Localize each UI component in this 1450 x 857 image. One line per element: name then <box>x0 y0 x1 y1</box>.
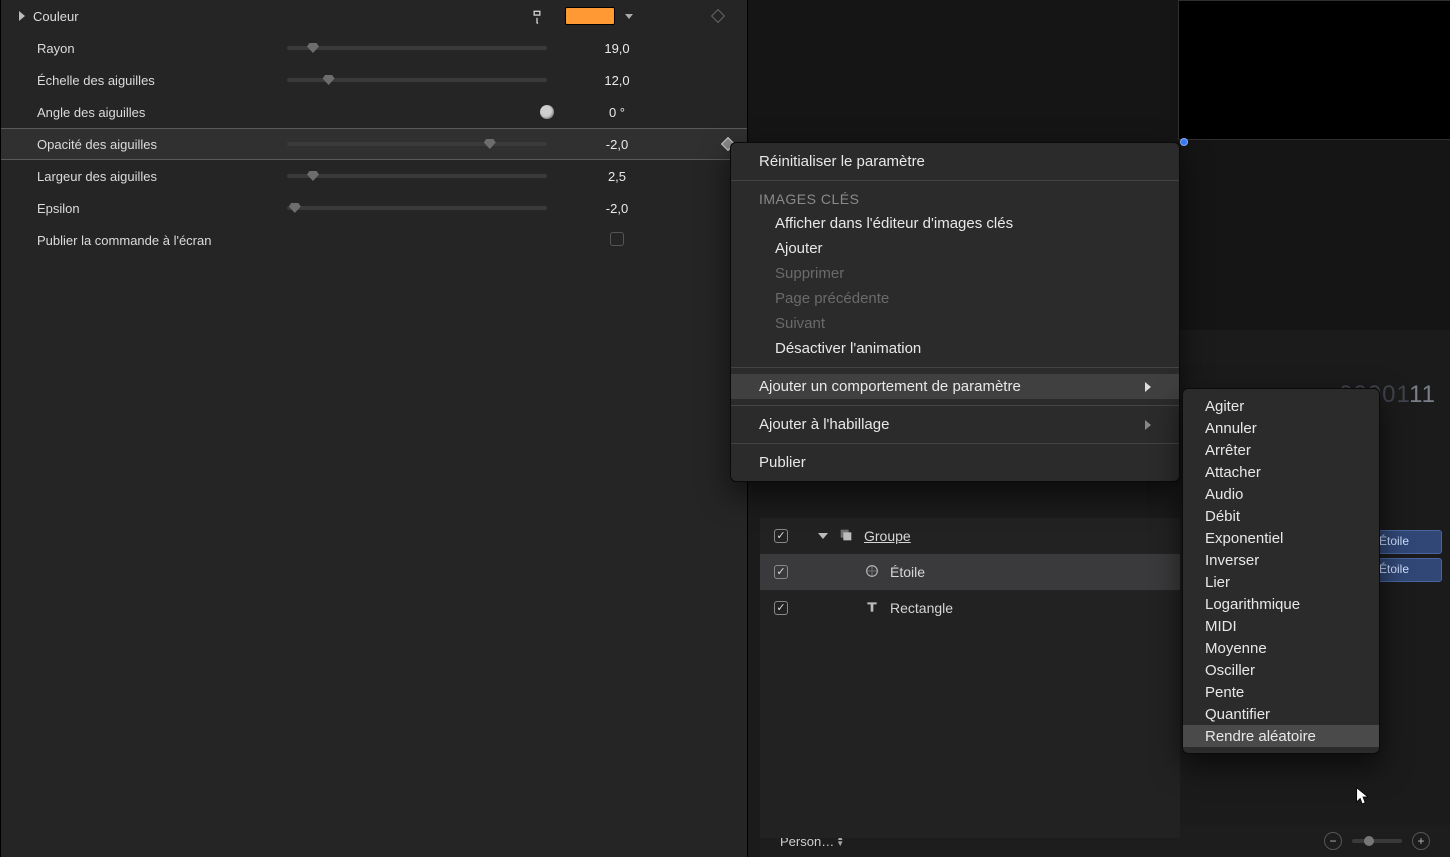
submenu-item[interactable]: Exponentiel <box>1183 527 1379 549</box>
timeline-clip[interactable]: Étoile <box>1372 558 1442 582</box>
param-row-largeur: Largeur des aiguilles 2,5 <box>1 160 747 192</box>
layer-name-etoile[interactable]: Étoile <box>890 564 925 580</box>
viewer-canvas[interactable]: Apple <box>1178 0 1450 140</box>
layer-row-group[interactable]: Groupe <box>760 518 1180 554</box>
param-label-color: Couleur <box>33 9 79 24</box>
param-row-rayon: Rayon 19,0 <box>1 32 747 64</box>
param-label-echelle: Échelle des aiguilles <box>37 73 155 88</box>
slider-rayon[interactable] <box>287 46 547 50</box>
menu-show-keyframe-editor[interactable]: Afficher dans l'éditeur d'images clés <box>731 211 1179 236</box>
param-row-epsilon: Epsilon -2,0 <box>1 192 747 224</box>
menu-next-keyframe: Suivant <box>731 311 1179 336</box>
menu-add-keyframe[interactable]: Ajouter <box>731 236 1179 261</box>
menu-delete-keyframe: Supprimer <box>731 261 1179 286</box>
submenu-item[interactable]: Moyenne <box>1183 637 1379 659</box>
value-opacite[interactable]: -2,0 <box>567 137 667 152</box>
menu-separator <box>731 180 1179 181</box>
zoom-in-button[interactable]: + <box>1412 832 1430 850</box>
value-echelle[interactable]: 12,0 <box>567 73 667 88</box>
param-row-echelle: Échelle des aiguilles 12,0 <box>1 64 747 96</box>
slider-epsilon[interactable] <box>287 206 547 210</box>
submenu-arrow-icon <box>1145 382 1151 392</box>
value-angle[interactable]: 0 ° <box>567 105 667 120</box>
slider-angle[interactable] <box>287 110 547 114</box>
submenu-item[interactable]: Arrêter <box>1183 439 1379 461</box>
zoom-slider[interactable] <box>1352 839 1402 843</box>
submenu-item[interactable]: Quantifier <box>1183 703 1379 725</box>
shape-icon <box>864 563 880 582</box>
submenu-item[interactable]: Annuler <box>1183 417 1379 439</box>
disclosure-icon[interactable] <box>818 533 828 539</box>
text-icon <box>864 599 880 618</box>
menu-add-to-rig[interactable]: Ajouter à l'habillage <box>731 412 1179 437</box>
menu-publish[interactable]: Publier <box>731 450 1179 475</box>
submenu-item[interactable]: Audio <box>1183 483 1379 505</box>
value-rayon[interactable]: 19,0 <box>567 41 667 56</box>
visibility-checkbox[interactable] <box>774 601 788 615</box>
transform-handle[interactable] <box>1180 138 1188 146</box>
submenu-item[interactable]: Rendre aléatoire <box>1183 725 1379 747</box>
visibility-checkbox[interactable] <box>774 565 788 579</box>
timeline-clips: Étoile Étoile <box>1372 530 1442 586</box>
behavior-submenu: AgiterAnnulerArrêterAttacherAudioDébitEx… <box>1182 388 1380 754</box>
color-swatch[interactable] <box>565 7 615 25</box>
menu-reset-parameter[interactable]: Réinitialiser le paramètre <box>731 149 1179 174</box>
timeline-clip[interactable]: Étoile <box>1372 530 1442 554</box>
param-label-angle: Angle des aiguilles <box>37 105 145 120</box>
zoom-controls: − + <box>1324 832 1430 850</box>
submenu-item[interactable]: Osciller <box>1183 659 1379 681</box>
param-label-publish: Publier la commande à l'écran <box>37 233 211 248</box>
param-row-angle: Angle des aiguilles 0 ° <box>1 96 747 128</box>
param-row-opacite: Opacité des aiguilles -2,0 <box>1 128 747 160</box>
submenu-item[interactable]: Agiter <box>1183 395 1379 417</box>
layer-list: Groupe Étoile Rectangle <box>760 518 1180 838</box>
stack-icon <box>838 527 854 546</box>
layer-row-rectangle[interactable]: Rectangle <box>760 590 1180 626</box>
layer-row-etoile[interactable]: Étoile <box>760 554 1180 590</box>
publish-checkbox[interactable] <box>610 232 624 246</box>
submenu-item[interactable]: Inverser <box>1183 549 1379 571</box>
menu-separator <box>731 367 1179 368</box>
submenu-arrow-icon <box>1145 420 1151 430</box>
zoom-out-button[interactable]: − <box>1324 832 1342 850</box>
value-largeur[interactable]: 2,5 <box>567 169 667 184</box>
slider-echelle[interactable] <box>287 78 547 82</box>
value-epsilon[interactable]: -2,0 <box>567 201 667 216</box>
keyframe-icon[interactable] <box>711 8 725 22</box>
submenu-item[interactable]: Attacher <box>1183 461 1379 483</box>
submenu-item[interactable]: Lier <box>1183 571 1379 593</box>
menu-separator <box>731 443 1179 444</box>
submenu-item[interactable]: Logarithmique <box>1183 593 1379 615</box>
eyedropper-icon[interactable] <box>526 5 549 28</box>
param-label-epsilon: Epsilon <box>37 201 80 216</box>
menu-separator <box>731 405 1179 406</box>
submenu-item[interactable]: Débit <box>1183 505 1379 527</box>
param-label-rayon: Rayon <box>37 41 75 56</box>
submenu-item[interactable]: Pente <box>1183 681 1379 703</box>
inspector-panel: Couleur Rayon 19,0 Échelle des aiguilles… <box>0 0 748 857</box>
submenu-item[interactable]: MIDI <box>1183 615 1379 637</box>
menu-disable-animation[interactable]: Désactiver l'animation <box>731 336 1179 361</box>
disclosure-icon[interactable] <box>19 11 25 21</box>
parameter-context-menu: Réinitialiser le paramètre IMAGES CLÉS A… <box>730 142 1180 482</box>
param-row-publish: Publier la commande à l'écran <box>1 224 747 256</box>
color-dropdown-icon[interactable] <box>625 14 633 19</box>
param-label-largeur: Largeur des aiguilles <box>37 169 157 184</box>
visibility-checkbox[interactable] <box>774 529 788 543</box>
param-label-opacite: Opacité des aiguilles <box>37 137 157 152</box>
param-row-color: Couleur <box>1 0 747 32</box>
cursor-icon <box>1356 787 1370 807</box>
menu-add-parameter-behavior[interactable]: Ajouter un comportement de paramètre <box>731 374 1179 399</box>
slider-opacite[interactable] <box>287 142 547 146</box>
menu-prev-keyframe: Page précédente <box>731 286 1179 311</box>
slider-largeur[interactable] <box>287 174 547 178</box>
layer-name-rectangle[interactable]: Rectangle <box>890 600 953 616</box>
menu-keyframes-header: IMAGES CLÉS <box>731 187 1179 211</box>
layer-name-group[interactable]: Groupe <box>864 528 911 544</box>
